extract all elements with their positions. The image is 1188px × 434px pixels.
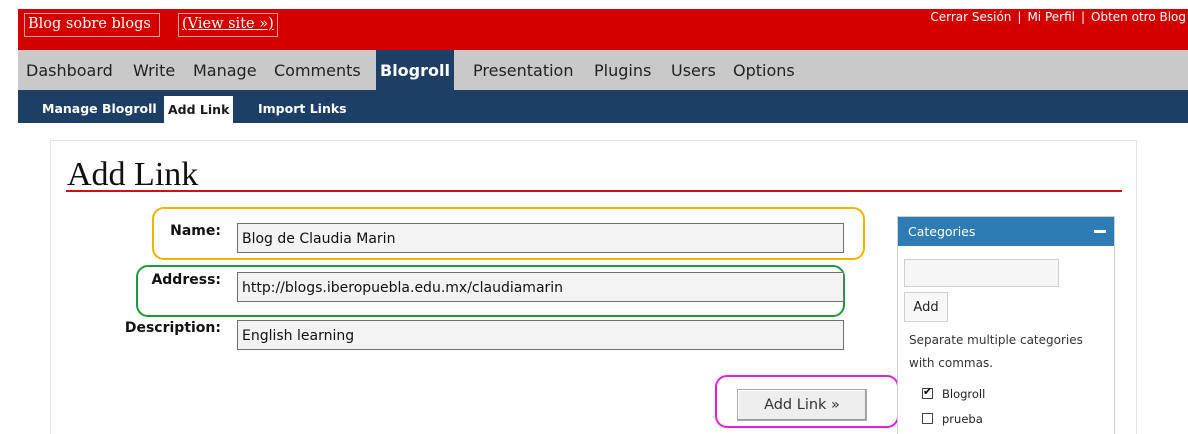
new-category-input[interactable]	[904, 259, 1059, 287]
nav-write[interactable]: Write	[133, 50, 175, 90]
content-panel: Add Link Name: Blog de Claudia Marin Add…	[50, 140, 1137, 434]
nav-blogroll[interactable]: Blogroll	[376, 50, 454, 90]
category-label: Blogroll	[942, 387, 986, 401]
category-checkbox-blogroll[interactable]	[922, 385, 933, 399]
categories-help-text: Separate multiple categories with commas…	[909, 333, 1083, 370]
categories-title: Categories	[908, 224, 976, 239]
nav-manage[interactable]: Manage	[193, 50, 257, 90]
category-label: prueba	[942, 412, 983, 426]
subnav-add-link[interactable]: Add Link	[164, 96, 234, 123]
profile-link[interactable]: Mi Perfil	[1027, 10, 1075, 24]
subnav-manage-blogroll[interactable]: Manage Blogroll	[42, 90, 157, 123]
main-nav: Dashboard Write Manage Comments Blogroll…	[18, 50, 1188, 90]
collapse-icon[interactable]	[1094, 230, 1106, 233]
nav-comments[interactable]: Comments	[274, 50, 361, 90]
nav-presentation[interactable]: Presentation	[473, 50, 573, 90]
category-item: Blogroll	[922, 385, 986, 401]
nav-plugins[interactable]: Plugins	[594, 50, 651, 90]
top-header-bar: Blog sobre blogs (View site ») Cerrar Se…	[18, 9, 1188, 50]
name-field[interactable]: Blog de Claudia Marin	[237, 223, 844, 253]
categories-box: Categories Add Separate multiple categor…	[897, 216, 1115, 434]
subnav-import-links[interactable]: Import Links	[258, 90, 347, 123]
address-field[interactable]: http://blogs.iberopuebla.edu.mx/claudiam…	[237, 272, 844, 302]
category-item: prueba	[922, 412, 983, 426]
categories-header: Categories	[898, 217, 1114, 246]
page-title: Add Link	[67, 156, 199, 193]
nav-users[interactable]: Users	[671, 50, 716, 90]
sub-nav: Manage Blogroll Add Link Import Links	[18, 90, 1188, 123]
address-label: Address:	[151, 272, 221, 288]
get-another-blog-link[interactable]: Obten otro Blog	[1091, 10, 1186, 24]
separator: |	[1080, 10, 1086, 24]
separator: |	[1017, 10, 1022, 24]
add-category-button[interactable]: Add	[904, 292, 948, 322]
view-site-link[interactable]: (View site »)	[178, 13, 278, 37]
title-divider	[66, 190, 1122, 192]
add-link-button[interactable]: Add Link »	[737, 389, 867, 421]
name-label: Name:	[170, 223, 221, 239]
description-label: Description:	[124, 320, 221, 336]
logout-link[interactable]: Cerrar Sesión	[930, 10, 1011, 24]
description-field[interactable]: English learning	[237, 320, 844, 350]
site-title[interactable]: Blog sobre blogs	[24, 13, 160, 37]
nav-options[interactable]: Options	[733, 50, 795, 90]
user-links: Cerrar Sesión | Mi Perfil | Obten otro Blog	[930, 10, 1186, 24]
category-checkbox-prueba[interactable]	[922, 413, 933, 424]
nav-dashboard[interactable]: Dashboard	[26, 50, 113, 90]
